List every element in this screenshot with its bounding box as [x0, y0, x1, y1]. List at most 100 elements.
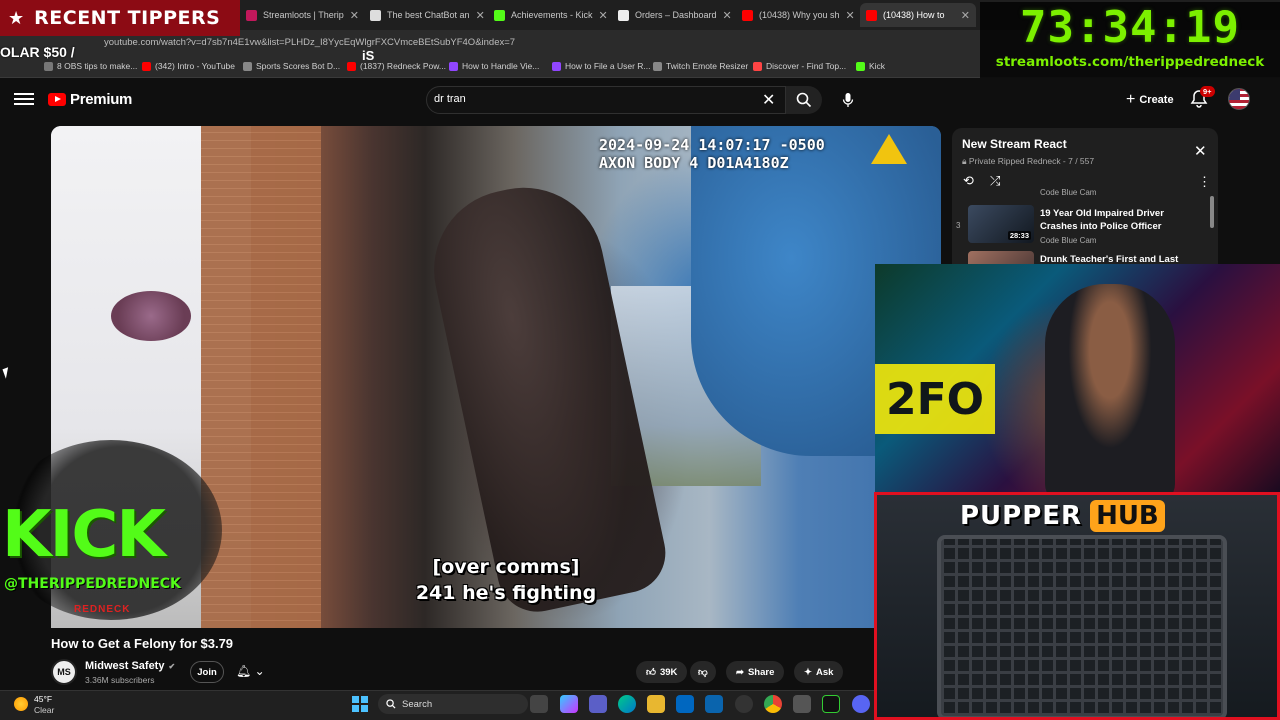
ask-button[interactable]: ✦ Ask: [794, 661, 844, 683]
thumbs-down-icon: 👎︎: [698, 667, 708, 678]
tab-favicon-icon: [246, 9, 257, 21]
bookmark-item[interactable]: How to Handle Vie...: [449, 61, 539, 71]
url-text[interactable]: youtube.com/watch?v=d7sb7n4E1vw&list=PLH…: [104, 37, 515, 48]
shuffle-icon[interactable]: ⤮: [990, 173, 1000, 189]
app-icon[interactable]: [793, 695, 811, 713]
dislike-button[interactable]: 👎︎: [690, 661, 716, 683]
subscription-bell-icon[interactable]: 🔔︎ ⌄: [236, 664, 265, 678]
weather-condition[interactable]: Clear: [34, 705, 54, 715]
bookmark-item[interactable]: (342) Intro - YouTube: [142, 61, 235, 71]
bookmark-label: Kick: [869, 61, 886, 71]
playlist-scrollbar[interactable]: [1210, 196, 1214, 228]
tab-label: The best ChatBot an: [387, 10, 470, 20]
search-button[interactable]: [786, 86, 822, 114]
outlook-icon[interactable]: [705, 695, 723, 713]
close-playlist-icon[interactable]: ✕: [1194, 142, 1207, 160]
terminal-icon[interactable]: [822, 695, 840, 713]
tab-label: Orders – Dashboard: [635, 10, 717, 20]
bookmark-item[interactable]: How to File a User R...: [552, 61, 651, 71]
create-button[interactable]: + Create: [1120, 88, 1180, 112]
playlist-item[interactable]: Code Blue Cam: [956, 188, 1206, 198]
bookmark-icon: [347, 61, 356, 71]
bookmark-icon: [243, 61, 252, 71]
like-button[interactable]: 👍︎ 39K: [636, 661, 688, 683]
tab-close-icon[interactable]: ✕: [846, 9, 855, 22]
file-explorer-icon[interactable]: [647, 695, 665, 713]
browser-tab[interactable]: Achievements - Kick ✕: [488, 3, 608, 27]
tab-favicon-icon: [618, 9, 629, 21]
browser-tab[interactable]: (10438) Why you sh ✕: [736, 3, 856, 27]
channel-name-link[interactable]: Midwest Safety ✔: [85, 660, 175, 672]
bookmark-icon: [552, 61, 561, 71]
bookmark-item[interactable]: 8 OBS tips to make...: [44, 61, 137, 71]
playlist-title[interactable]: New Stream React: [962, 137, 1067, 151]
bookmark-icon: [142, 61, 151, 71]
teams-icon[interactable]: [589, 695, 607, 713]
search-input[interactable]: [434, 93, 754, 105]
weather-sun-icon[interactable]: [14, 697, 28, 711]
bookmark-item[interactable]: Kick: [856, 61, 885, 71]
hamburger-menu-icon[interactable]: [14, 90, 34, 110]
weather-temperature[interactable]: 45°F: [34, 694, 52, 704]
playlist-item-title: Drunk Teacher's First and Last: [1040, 254, 1179, 264]
taskbar-search[interactable]: Search: [378, 694, 528, 714]
browser-tab[interactable]: Orders – Dashboard ✕: [612, 3, 732, 27]
video-frame-wall: [201, 126, 321, 628]
thumbs-up-icon: 👍︎: [646, 667, 656, 678]
bookmark-icon: [753, 61, 762, 71]
tab-close-icon[interactable]: ✕: [599, 9, 608, 22]
bookmark-item[interactable]: Twitch Emote Resizer: [653, 61, 748, 71]
store-icon[interactable]: [676, 695, 694, 713]
verified-check-icon: ✔: [168, 661, 176, 671]
tab-close-icon[interactable]: ✕: [723, 9, 732, 22]
loop-icon[interactable]: ⟲: [963, 173, 974, 189]
discord-icon[interactable]: [852, 695, 870, 713]
task-view-icon[interactable]: [530, 695, 548, 713]
copilot-icon[interactable]: [560, 695, 578, 713]
youtube-premium-label: Premium: [70, 91, 133, 108]
microphone-icon: [842, 93, 854, 107]
tab-close-icon[interactable]: ✕: [350, 9, 359, 22]
edge-icon[interactable]: [618, 695, 636, 713]
tab-favicon-icon: [370, 9, 381, 21]
bookmark-item[interactable]: Discover - Find Top...: [753, 61, 846, 71]
playlist-subtitle: 🔒︎ Private Ripped Redneck - 7 / 557: [962, 156, 1094, 167]
youtube-logo[interactable]: Premium: [48, 91, 132, 108]
playlist-item-channel: Code Blue Cam: [1040, 188, 1097, 197]
obs-icon[interactable]: [735, 695, 753, 713]
playlist-item[interactable]: 3 28:33 19 Year Old Impaired Driver Cras…: [956, 205, 1206, 249]
browser-tab-active[interactable]: (10438) How to ✕: [860, 3, 976, 27]
recent-tippers-title: RECENT TIPPERS: [34, 7, 221, 29]
webcam-sign: 2FO: [875, 364, 995, 434]
tab-close-icon[interactable]: ✕: [476, 9, 484, 22]
ask-label: Ask: [815, 666, 834, 678]
caption-line: [over comms]: [432, 556, 580, 578]
windows-start-icon[interactable]: [352, 696, 368, 712]
channel-avatar[interactable]: MS: [51, 659, 77, 685]
bodycam-timestamp: 2024-09-24 14:07:17 -0500: [599, 136, 825, 154]
join-button[interactable]: Join: [190, 661, 224, 683]
subscriber-count: 3.36M subscribers: [85, 675, 155, 685]
kick-logo-text: KICK: [2, 498, 166, 572]
bookmark-item[interactable]: Sports Scores Bot D...: [243, 61, 340, 71]
tab-close-icon[interactable]: ✕: [961, 9, 970, 22]
webcam-overlay: 2FO: [875, 264, 1280, 492]
share-button[interactable]: ➦ Share: [726, 661, 785, 683]
recent-tippers-banner: ★ RECENT TIPPERS: [0, 0, 240, 36]
bookmark-icon: [653, 61, 662, 71]
bookmark-icon: [856, 61, 865, 71]
timer-value: 73:34:19: [1020, 2, 1240, 53]
clear-search-icon[interactable]: ✕: [762, 90, 775, 110]
voice-search-button[interactable]: [834, 86, 862, 114]
bookmark-label: (342) Intro - YouTube: [155, 61, 236, 71]
share-label: Share: [747, 666, 775, 678]
chrome-icon[interactable]: [764, 695, 782, 713]
tipper-entry: OLAR $50 /: [0, 44, 75, 60]
caption-line: 241 he's fighting: [415, 582, 597, 604]
playlist-item[interactable]: Drunk Teacher's First and Last: [956, 251, 1206, 264]
dog-crate: [937, 535, 1227, 717]
browser-tab[interactable]: Streamloots | Therip ✕: [240, 3, 360, 27]
tab-label: Achievements - Kick: [511, 10, 593, 20]
account-avatar[interactable]: [1228, 88, 1250, 110]
browser-tab[interactable]: The best ChatBot an ✕: [364, 3, 484, 27]
